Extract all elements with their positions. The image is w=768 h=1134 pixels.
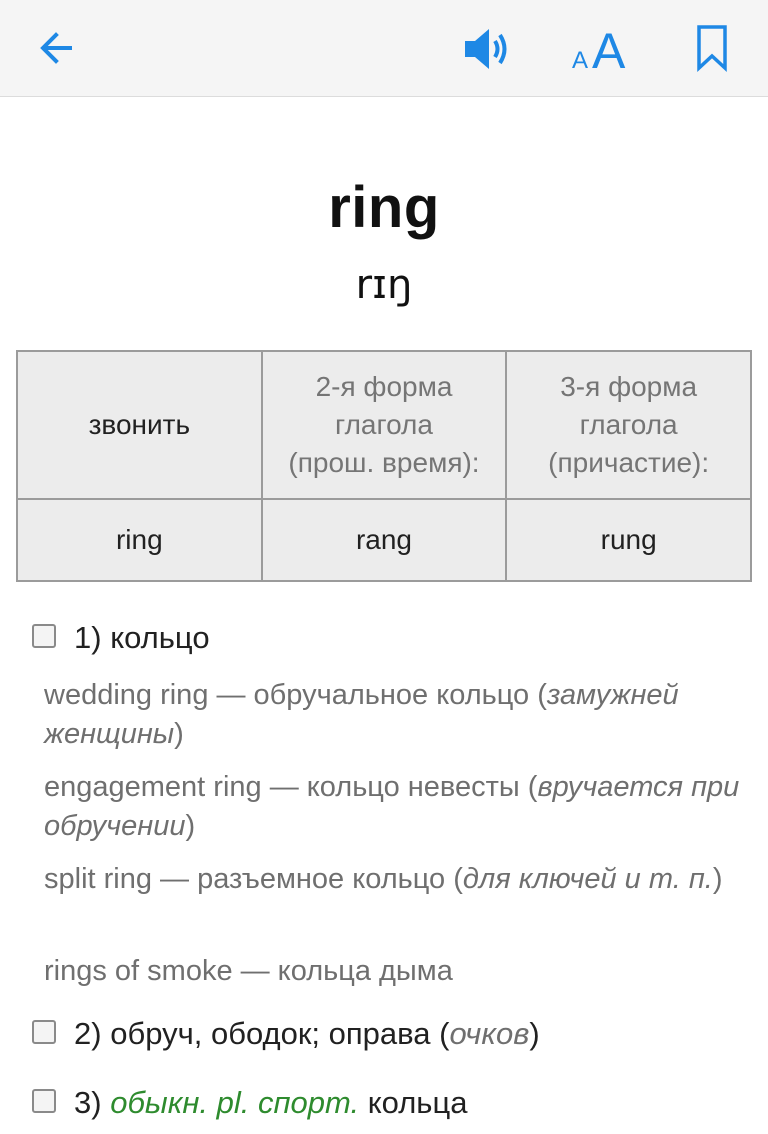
table-header-cell: 2-я форма глагола (прош. время): [260, 350, 508, 500]
example-item: split ring — разъемное кольцо (для ключе… [44, 860, 744, 899]
example-note: для ключей и т. п. [462, 863, 713, 895]
example-close: ) [174, 718, 184, 750]
font-size-icon[interactable]: A A [570, 22, 632, 74]
example-close: ) [185, 810, 196, 842]
example-item: wedding ring — обручальное кольцо (замуж… [44, 676, 744, 754]
transcription: rɪŋ [355, 262, 413, 308]
sense-checkbox[interactable] [32, 623, 56, 648]
table-cell: ring [16, 498, 263, 582]
table-cell: rung [505, 498, 752, 582]
header-line: 3-я форма [560, 371, 698, 402]
sense-item: 1) кольцо [32, 620, 210, 656]
example-item: rings of smoke — кольца дыма [44, 952, 744, 991]
example-text: engagement ring — кольцо невесты ( [44, 771, 538, 803]
sense-number: 2) [74, 1016, 102, 1051]
sense-grammar-label: обыкн. pl. спорт. [110, 1085, 360, 1120]
table-row: ring rang rung [16, 498, 752, 582]
sense-number: 3) [74, 1085, 102, 1120]
toolbar: A A [0, 0, 768, 97]
sense-item: 2) обруч, ободок; оправа (очков) [32, 1016, 540, 1052]
example-text: split ring — разъемное кольцо ( [44, 863, 463, 895]
svg-text:A: A [592, 23, 626, 74]
sense-translation: кольцо [110, 620, 210, 655]
speaker-icon[interactable] [463, 26, 513, 72]
example-close: ) [712, 863, 723, 895]
table-header-cell: 3-я форма глагола (причастие): [505, 350, 752, 500]
example-text: rings of smoke — кольца дыма [44, 955, 453, 987]
sense-checkbox[interactable] [32, 1019, 56, 1044]
sense-checkbox[interactable] [32, 1088, 56, 1113]
table-cell: rang [260, 498, 508, 582]
sense-number: 1) [74, 620, 102, 655]
sense-note: очков [449, 1016, 530, 1051]
header-line: (прош. время): [288, 447, 480, 478]
bookmark-icon[interactable] [694, 24, 730, 72]
arrow-left-icon[interactable] [36, 28, 76, 68]
svg-text:A: A [572, 47, 588, 74]
header-line: глагола [579, 409, 678, 440]
header-line: глагола [334, 409, 433, 440]
header-line: 2-я форма [315, 371, 453, 402]
header-line: (причастие): [548, 447, 710, 478]
sense-item: 3) обыкн. pl. спорт. кольца [32, 1085, 467, 1121]
example-text: wedding ring — обручальное кольцо ( [44, 679, 547, 711]
headword: ring [328, 175, 440, 240]
sense-translation: обруч, ободок; оправа ( [110, 1016, 450, 1051]
table-header-cell: звонить [16, 350, 263, 500]
verb-forms-table: звонить 2-я форма глагола (прош. время):… [16, 350, 752, 582]
sense-translation: кольца [367, 1085, 468, 1120]
example-item: engagement ring — кольцо невесты (вручае… [44, 768, 744, 846]
sense-close: ) [529, 1016, 540, 1051]
table-header-row: звонить 2-я форма глагола (прош. время):… [16, 350, 752, 500]
